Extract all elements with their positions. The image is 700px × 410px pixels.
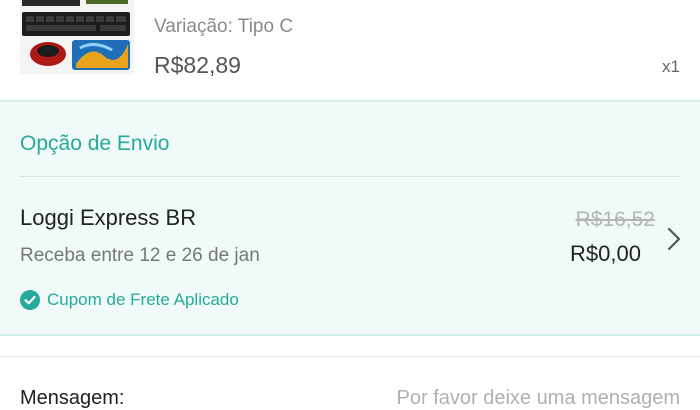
shipping-original-price: R$16,52 (575, 208, 655, 231)
shipping-carrier: Loggi Express BR (20, 205, 197, 230)
shipping-final-price: R$0,00 (570, 241, 641, 266)
check-circle-icon (20, 290, 40, 310)
message-label: Mensagem: (20, 387, 125, 409)
shipping-coupon-status: Cupom de Frete Aplicado (20, 288, 239, 312)
product-variation: Variação: Tipo C (154, 16, 294, 37)
product-thumbnail (20, 0, 134, 74)
delivery-estimate: Receba entre 12 e 26 de jan (20, 245, 260, 266)
shipping-section-title: Opção de Envio (20, 132, 170, 155)
shipping-option-section: Opção de Envio Loggi Express BR Receba e… (0, 100, 700, 336)
product-quantity: x1 (662, 57, 680, 76)
message-row: Mensagem: (0, 356, 700, 410)
chevron-right-icon[interactable] (664, 226, 684, 252)
product-price: R$82,89 (154, 52, 241, 78)
product-row: Variação: Tipo C R$82,89 x1 (0, 0, 700, 100)
message-input[interactable] (300, 383, 680, 410)
divider (20, 176, 680, 177)
coupon-applied-text: Cupom de Frete Aplicado (47, 290, 239, 309)
